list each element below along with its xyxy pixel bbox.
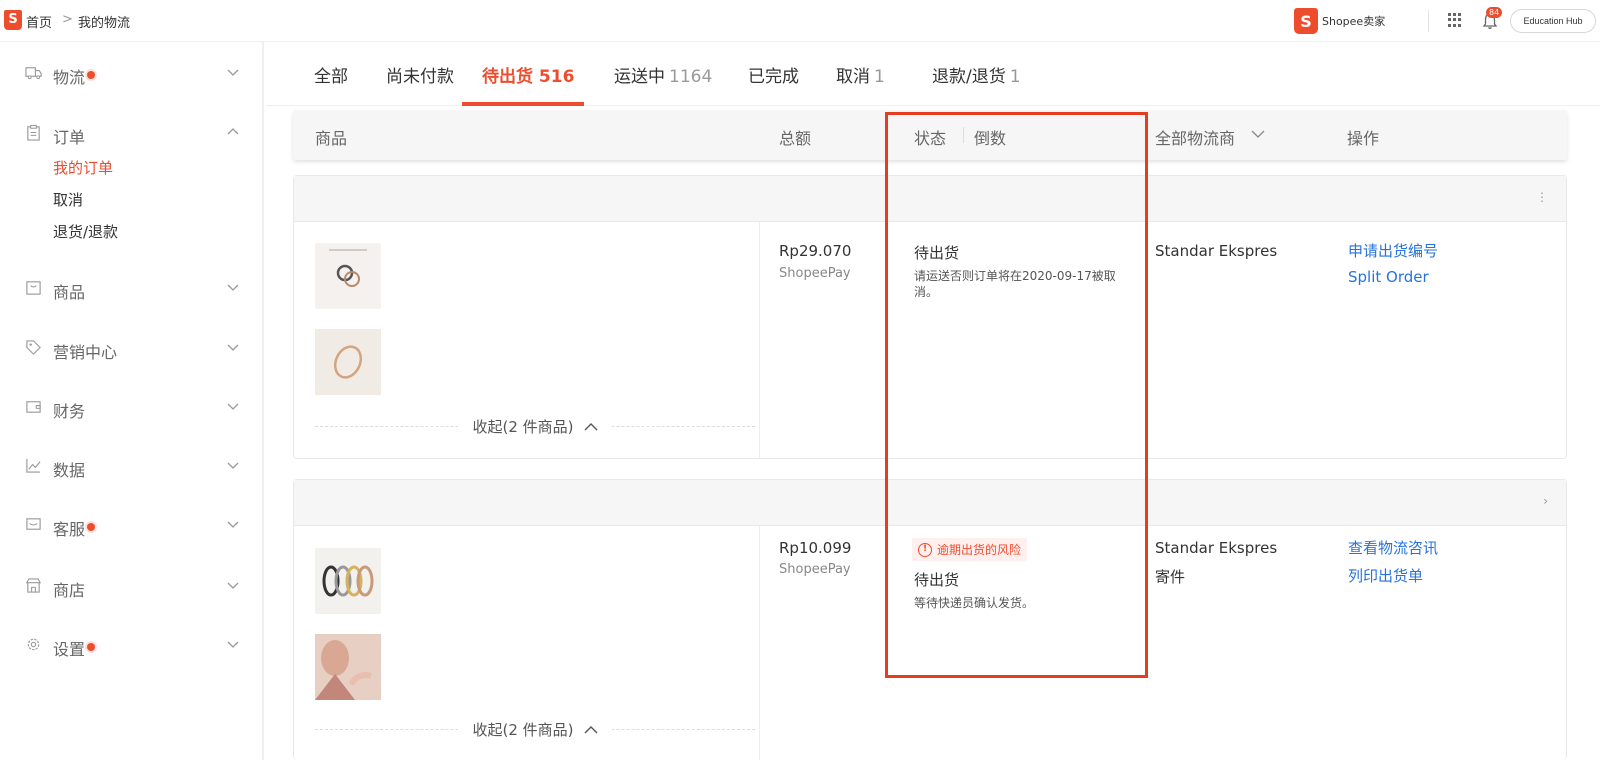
sidebar-item-label: 数据: [53, 461, 86, 480]
sidebar-subitem-returns[interactable]: 退货/退款: [53, 221, 118, 242]
sidebar-item-label: 营销中心: [53, 343, 118, 362]
sidebar-subitem-cancel[interactable]: 取消: [53, 189, 83, 210]
payment-method: ShopeePay: [779, 266, 851, 281]
header-action: 操作: [1347, 129, 1380, 148]
truck-icon: [25, 67, 42, 80]
carrier-name: Standar Ekspres: [1155, 539, 1278, 557]
divider: [1428, 10, 1429, 32]
sidebar-item-label: 客服: [53, 520, 86, 539]
breadcrumb-separator: >: [62, 12, 73, 27]
chevron-down-icon: [227, 582, 239, 589]
gear-icon: [27, 638, 40, 651]
sidebar: 物流 订单 我的订单 取消 退货/退款 商品 营销中心 财务 数据 客服 商店 …: [0, 42, 264, 760]
chevron-down-icon: [227, 344, 239, 351]
sidebar-item-label: 设置: [53, 640, 86, 659]
breadcrumb-home[interactable]: 首页: [26, 12, 52, 31]
chevron-up-icon: [584, 725, 598, 733]
order-amount: Rp10.099: [779, 539, 852, 557]
store-icon: [25, 578, 42, 593]
tab-count: 516: [538, 67, 575, 87]
alert-dot: [87, 643, 96, 651]
shopee-seller-brand[interactable]: S Shopee卖家: [1294, 8, 1385, 34]
request-tracking-number-link[interactable]: 申请出货编号: [1348, 240, 1438, 261]
sidebar-item-label: 物流: [53, 68, 86, 87]
clipboard-icon: [27, 124, 40, 141]
active-tab-indicator: [462, 102, 584, 106]
tab-to-ship[interactable]: 待出货 516: [482, 62, 574, 87]
product-thumbnail[interactable]: [315, 634, 381, 700]
sidebar-item-data[interactable]: 数据: [0, 451, 264, 481]
carrier-sub: 寄件: [1155, 568, 1186, 586]
sidebar-item-customer-service[interactable]: 客服: [0, 510, 264, 540]
payment-method: ShopeePay: [779, 562, 851, 577]
tab-unpaid[interactable]: 尚未付款: [386, 62, 454, 87]
shopee-bag-icon: S: [1294, 8, 1318, 34]
sidebar-item-orders[interactable]: 订单: [0, 118, 264, 148]
chat-icon: [26, 518, 41, 530]
sidebar-item-label: 订单: [53, 128, 86, 147]
sidebar-item-label: 商品: [53, 283, 86, 302]
order-amount: Rp29.070: [779, 242, 852, 260]
apps-grid-icon[interactable]: [1448, 13, 1462, 27]
sidebar-item-settings[interactable]: 设置: [0, 630, 264, 660]
chevron-down-icon: [227, 403, 239, 410]
notification-badge: 84: [1486, 7, 1503, 18]
more-icon[interactable]: ⋮: [1536, 190, 1548, 204]
brand-text: Shopee卖家: [1322, 15, 1386, 28]
more-icon[interactable]: ›: [1543, 494, 1548, 508]
sidebar-item-label: 商店: [53, 581, 86, 600]
top-bar: S 首页 > 我的物流 S Shopee卖家 84 Education Hub: [0, 0, 1600, 42]
view-logistics-link[interactable]: 查看物流咨讯: [1348, 537, 1438, 558]
sidebar-item-finance[interactable]: 财务: [0, 392, 264, 422]
chart-icon: [26, 458, 41, 473]
print-waybill-link[interactable]: 列印出货单: [1348, 565, 1423, 586]
chevron-down-icon: [227, 69, 239, 76]
product-thumbnail[interactable]: [315, 329, 381, 395]
chevron-down-icon: [227, 284, 239, 291]
chevron-down-icon: [227, 462, 239, 469]
sidebar-item-shop[interactable]: 商店: [0, 571, 264, 601]
column-divider: [759, 222, 760, 458]
tag-icon: [26, 340, 41, 355]
sidebar-item-marketing[interactable]: 营销中心: [0, 333, 264, 363]
chevron-up-icon: [584, 422, 598, 430]
split-order-link[interactable]: Split Order: [1348, 268, 1429, 286]
header-total: 总额: [779, 129, 812, 148]
sidebar-item-logistics[interactable]: 物流: [0, 58, 264, 88]
alert-dot: [87, 523, 96, 531]
education-hub-button[interactable]: Education Hub: [1510, 9, 1596, 33]
chevron-down-icon: [227, 521, 239, 528]
annotation-highlight-box: [885, 112, 1148, 678]
collapse-items-button[interactable]: 收起(2 件商品): [315, 416, 755, 437]
carrier-filter-dropdown[interactable]: 全部物流商: [1155, 125, 1235, 149]
tab-cancelled[interactable]: 取消 1: [836, 62, 885, 87]
sidebar-item-products[interactable]: 商品: [0, 273, 264, 303]
shopee-logo-icon[interactable]: S: [4, 10, 22, 30]
tab-shipping[interactable]: 运送中 1164: [614, 62, 712, 87]
alert-dot: [87, 71, 96, 79]
carrier-name: Standar Ekspres: [1155, 242, 1278, 260]
chevron-down-icon[interactable]: [1251, 129, 1265, 139]
tab-refund-return[interactable]: 退款/退货 1: [932, 62, 1021, 87]
tab-count: 1: [874, 67, 885, 87]
tab-count: 1: [1009, 67, 1021, 87]
product-thumbnail[interactable]: [315, 548, 381, 614]
breadcrumb-current: 我的物流: [78, 16, 131, 31]
collapse-items-button[interactable]: 收起(2 件商品): [315, 719, 755, 740]
box-icon: [26, 281, 41, 295]
sidebar-item-label: 财务: [53, 402, 86, 421]
product-thumbnail[interactable]: [315, 243, 381, 309]
header-product: 商品: [315, 129, 348, 148]
chevron-up-icon: [227, 128, 239, 135]
tab-all[interactable]: 全部: [314, 62, 348, 87]
tab-count: 1164: [669, 67, 713, 87]
sidebar-subitem-my-orders[interactable]: 我的订单: [53, 157, 113, 178]
chevron-down-icon: [227, 641, 239, 648]
column-divider: [759, 526, 760, 760]
order-tabs: 全部 尚未付款 待出货 516 运送中 1164 已完成 取消 1 退款/退货 1: [266, 42, 1600, 106]
tab-completed[interactable]: 已完成: [748, 62, 799, 87]
wallet-icon: [26, 401, 41, 413]
